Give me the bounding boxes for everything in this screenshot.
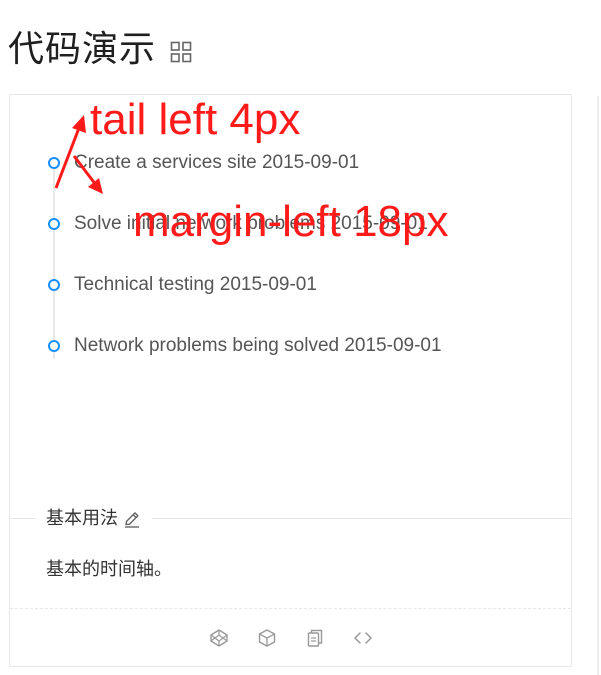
timeline-item-label: Create a services site 2015-09-01 <box>74 152 360 173</box>
annotation-tail-note: tail left 4px <box>90 95 301 144</box>
code-box-meta: 基本用法 基本的时间轴。 <box>10 506 571 609</box>
copy-icon[interactable] <box>305 628 325 648</box>
timeline-dot <box>48 218 60 230</box>
grid-icon[interactable] <box>170 41 192 63</box>
demo-area: Create a services site 2015-09-01 Solve … <box>10 95 571 518</box>
code-box-title-text: 基本用法 <box>46 508 118 529</box>
code-box-title: 基本用法 <box>36 506 152 532</box>
code-box-description: 基本的时间轴。 <box>46 559 172 580</box>
annotation-margin-note: margin-left 18px <box>133 197 449 246</box>
timeline-item-label: Technical testing 2015-09-01 <box>74 274 317 295</box>
codesandbox-icon[interactable] <box>257 628 277 648</box>
timeline-dot <box>48 279 60 291</box>
next-card-edge <box>597 96 599 675</box>
expand-code-icon[interactable] <box>353 628 373 648</box>
section-title: 代码演示 <box>8 29 157 70</box>
timeline-item: Technical testing 2015-09-01 <box>46 274 566 336</box>
timeline-dot <box>48 157 60 169</box>
codepen-icon[interactable] <box>209 628 229 648</box>
code-box: Create a services site 2015-09-01 Solve … <box>9 94 572 667</box>
timeline: Create a services site 2015-09-01 Solve … <box>46 152 566 397</box>
timeline-item: Network problems being solved 2015-09-01 <box>46 335 566 397</box>
code-box-actions <box>10 608 571 667</box>
page: 代码演示 Create a services site 2015-09-01 S… <box>0 0 601 675</box>
timeline-item-label: Network problems being solved 2015-09-01 <box>74 335 442 356</box>
timeline-dot <box>48 340 60 352</box>
section-heading: 代码演示 <box>8 26 192 74</box>
edit-icon[interactable] <box>122 509 142 529</box>
